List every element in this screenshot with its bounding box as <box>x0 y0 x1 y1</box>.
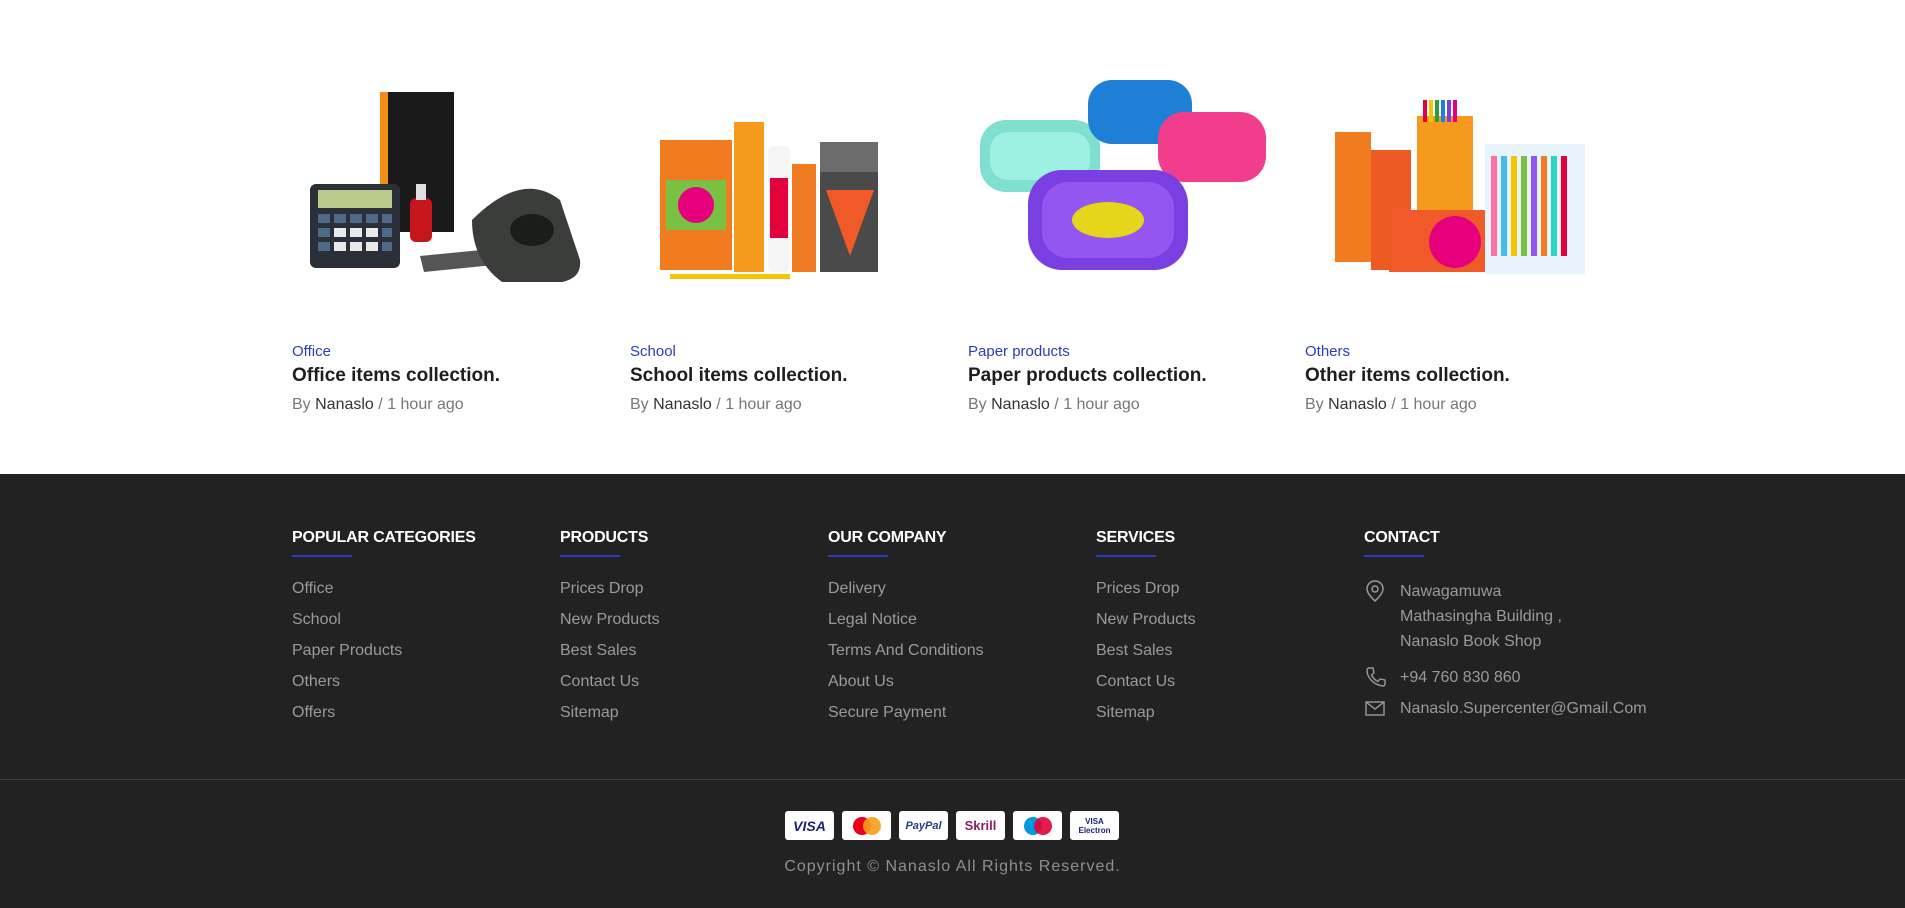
post-author[interactable]: Nanaslo <box>653 396 712 413</box>
post-title[interactable]: Other items collection. <box>1305 365 1510 387</box>
phone-icon <box>1366 667 1386 687</box>
post-title[interactable]: Office items collection. <box>292 365 500 387</box>
post-author[interactable]: Nanaslo <box>991 396 1050 413</box>
post-author[interactable]: Nanaslo <box>315 396 374 413</box>
footer-link[interactable]: School <box>292 610 476 641</box>
post-time: 1 hour ago <box>725 396 802 413</box>
office-items-image[interactable] <box>292 60 592 320</box>
footer-link[interactable]: Best Sales <box>560 641 660 672</box>
email-address[interactable]: Nanaslo.Supercenter@Gmail.Com <box>1400 696 1647 721</box>
phone-number[interactable]: +94 760 830 860 <box>1400 665 1521 690</box>
blog-card[interactable]: Others Other items collection. By Nanasl… <box>1305 60 1605 413</box>
footer-link[interactable]: Office <box>292 579 476 610</box>
maestro-icon <box>1013 811 1062 840</box>
footer-link[interactable]: Prices Drop <box>560 579 660 610</box>
post-time: 1 hour ago <box>1063 396 1140 413</box>
footer-heading: SERVICES <box>1096 529 1176 546</box>
footer-divider <box>0 779 1905 780</box>
post-title[interactable]: Paper products collection. <box>968 365 1207 387</box>
blog-card[interactable]: Paper products Paper products collection… <box>968 60 1268 413</box>
mastercard-icon <box>842 811 891 840</box>
footer-popular-categories: POPULAR CATEGORIES Office School Paper P… <box>292 529 476 734</box>
post-category[interactable]: Office <box>292 343 331 360</box>
footer-link[interactable]: New Products <box>560 610 660 641</box>
post-category[interactable]: School <box>630 343 676 360</box>
heading-underline <box>828 555 888 557</box>
post-category[interactable]: Others <box>1305 343 1350 360</box>
footer-contact: CONTACT Nawagamuwa Mathasingha Building … <box>1364 529 1647 721</box>
post-title[interactable]: School items collection. <box>630 365 848 387</box>
post-separator: / <box>378 396 383 413</box>
contact-phone: +94 760 830 860 <box>1364 665 1647 690</box>
footer-link[interactable]: New Products <box>1096 610 1196 641</box>
visa-electron-icon: VISA Electron <box>1070 811 1119 840</box>
visa-icon: VISA <box>785 811 834 840</box>
footer-products: PRODUCTS Prices Drop New Products Best S… <box>560 529 660 734</box>
footer-link[interactable]: Best Sales <box>1096 641 1196 672</box>
footer-heading: POPULAR CATEGORIES <box>292 529 476 546</box>
heading-underline <box>292 555 352 557</box>
post-meta: By Nanaslo / 1 hour ago <box>630 396 802 414</box>
footer-link[interactable]: Legal Notice <box>828 610 984 641</box>
footer-heading: CONTACT <box>1364 529 1440 546</box>
map-pin-icon <box>1366 580 1384 602</box>
post-by: By <box>1305 396 1324 413</box>
footer-our-company: OUR COMPANY Delivery Legal Notice Terms … <box>828 529 984 734</box>
blog-card[interactable]: Office Office items collection. By Nanas… <box>292 60 592 413</box>
post-by: By <box>292 396 311 413</box>
heading-underline <box>1364 555 1424 557</box>
post-time: 1 hour ago <box>1400 396 1477 413</box>
paypal-icon: PayPal <box>899 811 948 840</box>
footer-link[interactable]: About Us <box>828 672 984 703</box>
post-meta: By Nanaslo / 1 hour ago <box>1305 396 1477 414</box>
school-items-image[interactable] <box>630 60 930 320</box>
site-footer: POPULAR CATEGORIES Office School Paper P… <box>0 474 1905 908</box>
footer-link[interactable]: Others <box>292 672 476 703</box>
post-by: By <box>630 396 649 413</box>
copyright-text: Copyright © Nanaslo All Rights Reserved. <box>784 858 1121 875</box>
footer-link[interactable]: Secure Payment <box>828 703 984 734</box>
post-separator: / <box>716 396 721 413</box>
heading-underline <box>1096 555 1156 557</box>
footer-link[interactable]: Sitemap <box>1096 703 1196 734</box>
footer-link[interactable]: Paper Products <box>292 641 476 672</box>
blog-section: Office Office items collection. By Nanas… <box>0 0 1905 474</box>
payment-methods: VISA PayPal Skrill VISA Electron <box>785 811 1119 840</box>
footer-link[interactable]: Delivery <box>828 579 984 610</box>
post-separator: / <box>1391 396 1396 413</box>
footer-link[interactable]: Terms And Conditions <box>828 641 984 672</box>
contact-email: Nanaslo.Supercenter@Gmail.Com <box>1364 696 1647 721</box>
footer-link[interactable]: Offers <box>292 703 476 734</box>
post-category[interactable]: Paper products <box>968 343 1070 360</box>
footer-heading: OUR COMPANY <box>828 529 947 546</box>
other-items-image[interactable] <box>1305 60 1605 320</box>
post-separator: / <box>1054 396 1059 413</box>
post-author[interactable]: Nanaslo <box>1328 396 1387 413</box>
footer-link[interactable]: Contact Us <box>560 672 660 703</box>
footer-heading: PRODUCTS <box>560 529 649 546</box>
footer-link[interactable]: Contact Us <box>1096 672 1196 703</box>
contact-address: Nawagamuwa Mathasingha Building , Nanasl… <box>1364 579 1647 654</box>
blog-card[interactable]: School School items collection. By Nanas… <box>630 60 930 413</box>
footer-link[interactable]: Prices Drop <box>1096 579 1196 610</box>
post-time: 1 hour ago <box>387 396 464 413</box>
paper-products-image[interactable] <box>968 60 1268 320</box>
post-meta: By Nanaslo / 1 hour ago <box>968 396 1140 414</box>
footer-link[interactable]: Sitemap <box>560 703 660 734</box>
post-by: By <box>968 396 987 413</box>
heading-underline <box>560 555 620 557</box>
address-line: Nawagamuwa <box>1400 583 1502 600</box>
address-line: Nanaslo Book Shop <box>1400 633 1542 650</box>
mail-icon <box>1365 701 1385 716</box>
address-line: Mathasingha Building , <box>1400 608 1562 625</box>
skrill-icon: Skrill <box>956 811 1005 840</box>
post-meta: By Nanaslo / 1 hour ago <box>292 396 464 414</box>
footer-services: SERVICES Prices Drop New Products Best S… <box>1096 529 1196 734</box>
